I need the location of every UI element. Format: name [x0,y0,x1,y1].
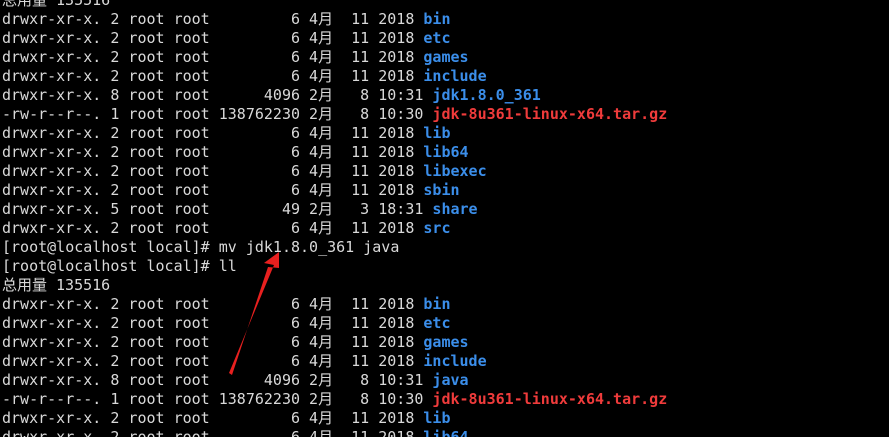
listing-row: drwxr-xr-x. 8 root root 4096 2月 8 10:31 … [2,86,667,105]
listing-row: -rw-r--r--. 1 root root 138762230 2月 8 1… [2,390,667,409]
file-attributes: drwxr-xr-x. 2 root root 6 4月 11 2018 [2,124,424,142]
directory-name: etc [423,314,451,332]
directory-name: etc [423,29,451,47]
prompt-line: [root@localhost local]# ll [2,257,237,275]
listing-row: drwxr-xr-x. 2 root root 6 4月 11 2018 lib [2,124,667,143]
directory-name: lib64 [423,428,469,437]
prompt-line: [root@localhost local]# mv jdk1.8.0_361 … [2,238,400,256]
listing-row: drwxr-xr-x. 2 root root 6 4月 11 2018 lib… [2,162,667,181]
directory-name: sbin [423,181,460,199]
listing-row: drwxr-xr-x. 2 root root 6 4月 11 2018 inc… [2,352,667,371]
directory-name: games [423,48,469,66]
file-attributes: drwxr-xr-x. 2 root root 6 4月 11 2018 [2,352,424,370]
listing-row: drwxr-xr-x. 2 root root 6 4月 11 2018 bin [2,10,667,29]
file-attributes: drwxr-xr-x. 5 root root 49 2月 3 18:31 [2,200,433,218]
file-attributes: drwxr-xr-x. 2 root root 6 4月 11 2018 [2,143,424,161]
file-attributes: drwxr-xr-x. 2 root root 6 4月 11 2018 [2,314,424,332]
file-attributes: drwxr-xr-x. 2 root root 6 4月 11 2018 [2,428,424,437]
terminal-window[interactable]: 总用量 135516 drwxr-xr-x. 2 root root 6 4月 1… [0,0,889,437]
file-attributes: drwxr-xr-x. 2 root root 6 4月 11 2018 [2,29,424,47]
directory-name: java [432,371,469,389]
file-attributes: -rw-r--r--. 1 root root 138762230 2月 8 1… [2,390,433,408]
listing-row: drwxr-xr-x. 5 root root 49 2月 3 18:31 sh… [2,200,667,219]
directory-name: lib [423,409,451,427]
listing-row: drwxr-xr-x. 2 root root 6 4月 11 2018 gam… [2,48,667,67]
archive-name: jdk-8u361-linux-x64.tar.gz [432,105,668,123]
directory-name: games [423,333,469,351]
directory-name: bin [423,295,451,313]
file-attributes: drwxr-xr-x. 2 root root 6 4月 11 2018 [2,48,424,66]
file-attributes: drwxr-xr-x. 8 root root 4096 2月 8 10:31 [2,86,433,104]
file-attributes: drwxr-xr-x. 2 root root 6 4月 11 2018 [2,219,424,237]
directory-name: src [423,219,451,237]
directory-name: include [423,352,487,370]
listing-row: drwxr-xr-x. 2 root root 6 4月 11 2018 gam… [2,333,667,352]
file-attributes: drwxr-xr-x. 2 root root 6 4月 11 2018 [2,295,424,313]
file-attributes: -rw-r--r--. 1 root root 138762230 2月 8 1… [2,105,433,123]
listing-row: drwxr-xr-x. 2 root root 6 4月 11 2018 src [2,219,667,238]
listing-row: drwxr-xr-x. 2 root root 6 4月 11 2018 lib [2,409,667,428]
file-attributes: drwxr-xr-x. 2 root root 6 4月 11 2018 [2,10,424,28]
directory-name: libexec [423,162,487,180]
listing-row: drwxr-xr-x. 2 root root 6 4月 11 2018 inc… [2,67,667,86]
listing-row: drwxr-xr-x. 2 root root 6 4月 11 2018 sbi… [2,181,667,200]
listing-row: drwxr-xr-x. 2 root root 6 4月 11 2018 lib… [2,428,667,437]
terminal-output: 总用量 135516 drwxr-xr-x. 2 root root 6 4月 1… [2,0,667,437]
file-attributes: drwxr-xr-x. 2 root root 6 4月 11 2018 [2,333,424,351]
directory-name: share [432,200,478,218]
directory-name: lib [423,124,451,142]
archive-name: jdk-8u361-linux-x64.tar.gz [432,390,668,408]
file-attributes: drwxr-xr-x. 2 root root 6 4月 11 2018 [2,181,424,199]
listing-row: drwxr-xr-x. 8 root root 4096 2月 8 10:31 … [2,371,667,390]
listing-row: drwxr-xr-x. 2 root root 6 4月 11 2018 lib… [2,143,667,162]
file-attributes: drwxr-xr-x. 2 root root 6 4月 11 2018 [2,409,424,427]
listing-row: drwxr-xr-x. 2 root root 6 4月 11 2018 etc [2,29,667,48]
total-line: 总用量 135516 [2,276,111,294]
listing-row: drwxr-xr-x. 2 root root 6 4月 11 2018 etc [2,314,667,333]
total-line: 总用量 135516 [2,0,111,9]
listing-row: -rw-r--r--. 1 root root 138762230 2月 8 1… [2,105,667,124]
directory-name: bin [423,10,451,28]
directory-name: jdk1.8.0_361 [432,86,541,104]
file-attributes: drwxr-xr-x. 2 root root 6 4月 11 2018 [2,67,424,85]
file-attributes: drwxr-xr-x. 8 root root 4096 2月 8 10:31 [2,371,433,389]
directory-name: include [423,67,487,85]
directory-name: lib64 [423,143,469,161]
listing-row: drwxr-xr-x. 2 root root 6 4月 11 2018 bin [2,295,667,314]
file-attributes: drwxr-xr-x. 2 root root 6 4月 11 2018 [2,162,424,180]
